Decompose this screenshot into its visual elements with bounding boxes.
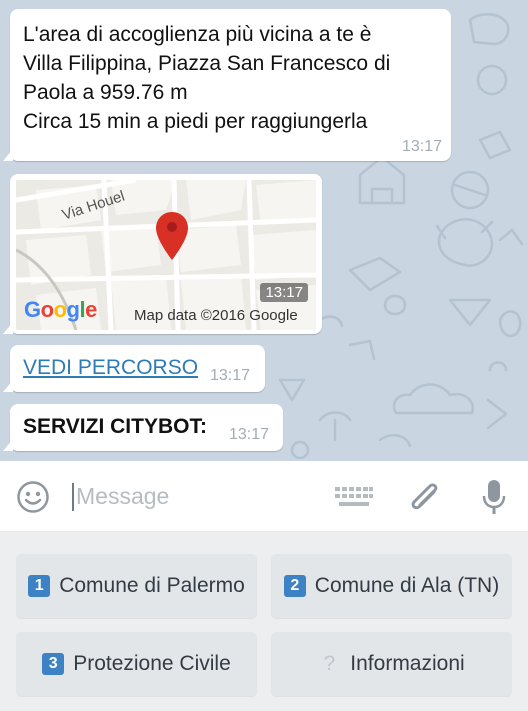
emoji-icon[interactable]	[16, 480, 50, 514]
keyboard-button-label: Comune di Palermo	[59, 574, 245, 597]
message-area-info: L'area di accoglienza più vicina a te è …	[3, 9, 451, 161]
chat-area[interactable]: L'area di accoglienza più vicina a te è …	[0, 0, 528, 461]
number-3-icon: 3	[42, 653, 65, 675]
keyboard-button-label: Comune di Ala (TN)	[314, 574, 500, 597]
message-services: SERVIZI CITYBOT: 13:17	[3, 404, 283, 451]
map-attribution: Map data ©2016 Google	[134, 307, 298, 324]
message-text: L'area di accoglienza più vicina a te è …	[23, 23, 391, 133]
number-1-icon: 1	[28, 575, 51, 597]
message-time: 13:17	[401, 138, 442, 155]
keyboard-button-label: Protezione Civile	[73, 652, 231, 675]
message-map[interactable]: Via Houel Google Map data ©2016 Google 1…	[3, 174, 322, 334]
message-time: 13:17	[260, 283, 308, 302]
keyboard-icon[interactable]	[334, 485, 374, 509]
attach-icon[interactable]	[408, 478, 442, 516]
google-logo: Google	[24, 297, 97, 322]
question-mark-icon: ?	[323, 652, 336, 675]
route-link[interactable]: VEDI PERCORSO	[23, 356, 198, 380]
message-text: SERVIZI CITYBOT:	[23, 415, 207, 438]
message-time: 13:17	[229, 426, 270, 443]
location-map[interactable]: Via Houel Google Map data ©2016 Google 1…	[16, 180, 316, 330]
message-link: VEDI PERCORSO 13:17	[3, 345, 265, 392]
keyboard-button-label: Informazioni	[350, 652, 465, 675]
microphone-icon[interactable]	[481, 478, 507, 516]
number-2-icon: 2	[283, 575, 306, 597]
message-input[interactable]	[76, 476, 316, 516]
bot-keyboard: 1 Comune di Palermo 2 Comune di Ala (TN) 3…	[0, 532, 528, 711]
message-time: 13:17	[210, 367, 251, 384]
message-input-bar	[0, 461, 528, 532]
text-caret	[72, 483, 74, 511]
keyboard-button-informazioni[interactable]: ? Informazioni	[271, 632, 512, 696]
keyboard-button-protezione-civile[interactable]: 3 Protezione Civile	[16, 632, 257, 696]
keyboard-button-comune-ala[interactable]: 2 Comune di Ala (TN)	[271, 554, 512, 618]
keyboard-button-comune-palermo[interactable]: 1 Comune di Palermo	[16, 554, 257, 618]
